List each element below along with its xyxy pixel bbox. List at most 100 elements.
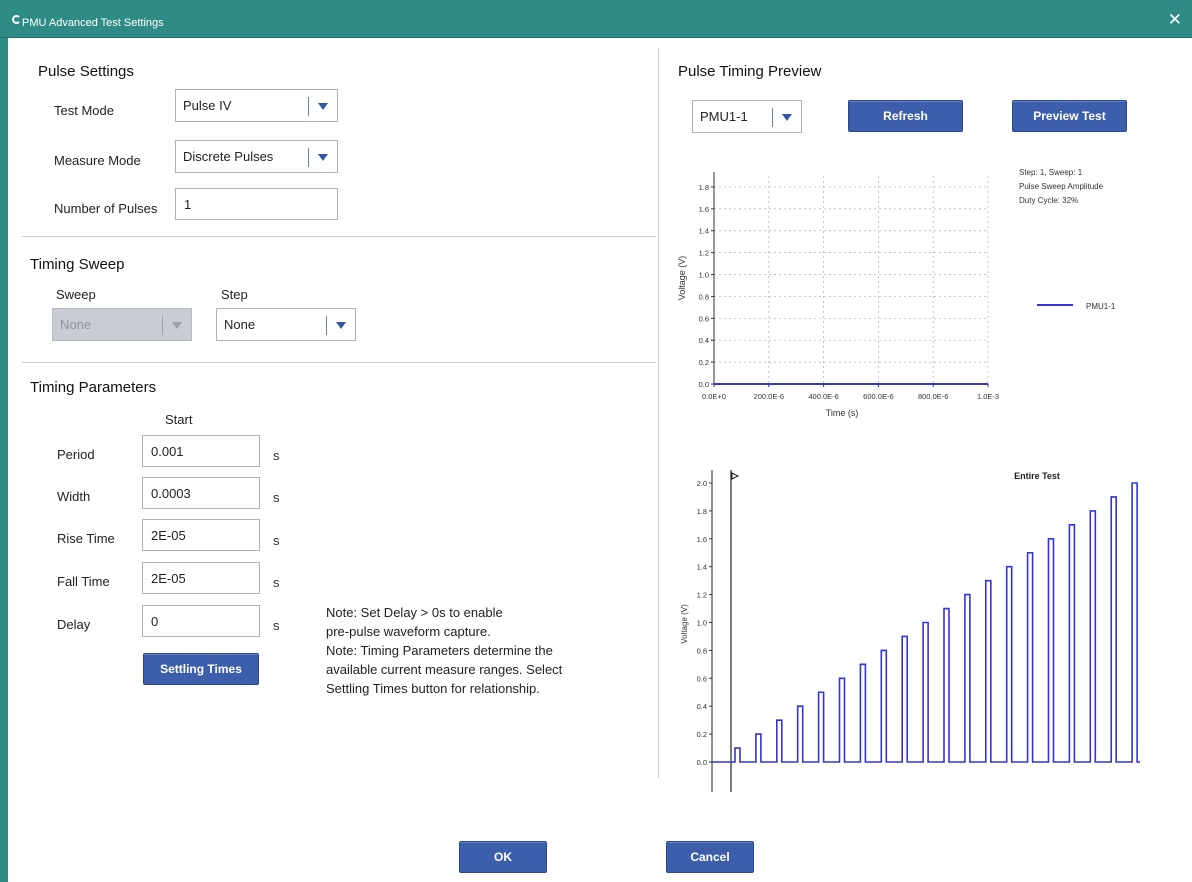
preview-title: Pulse Timing Preview	[678, 63, 822, 80]
num-pulses-input[interactable]	[176, 189, 337, 219]
chevron-down-icon[interactable]	[782, 114, 792, 121]
y-tick-label: 1.8	[697, 507, 707, 516]
y-tick-label: 0.0	[697, 758, 707, 767]
note-line: available current measure ranges. Select	[326, 662, 563, 677]
delay-unit: s	[273, 618, 280, 633]
chevron-down-icon[interactable]	[318, 154, 328, 161]
window-frame-left	[0, 38, 8, 882]
test-mode-dropdown[interactable]: Pulse IV	[175, 89, 338, 122]
period-field[interactable]	[142, 435, 260, 467]
note-line: Note: Set Delay > 0s to enable	[326, 605, 503, 620]
entire-test-chart: 0.0 0.2 0.4 0.6 0.8 1.0 1.2 1.4 1.6 1.8 2.0 Entire…	[680, 470, 1140, 792]
y-tick-label: 1.4	[699, 227, 709, 236]
width-input[interactable]	[143, 478, 259, 508]
timing-sweep-title: Timing Sweep	[30, 256, 125, 273]
y-tick-label: 0.6	[699, 314, 709, 323]
measure-mode-value: Discrete Pulses	[183, 149, 274, 164]
delay-field[interactable]	[142, 605, 260, 637]
rise-time-unit: s	[273, 533, 280, 548]
y-tick-label: 0.8	[697, 646, 707, 655]
fall-time-input[interactable]	[143, 563, 259, 593]
y-tick-label: 1.2	[697, 591, 707, 600]
sweep-value: None	[60, 317, 92, 332]
num-pulses-field[interactable]	[175, 188, 338, 220]
x-axis-label: Time (s)	[826, 408, 859, 418]
note-line: Note: Timing Parameters determine the	[326, 643, 553, 658]
dropdown-divider	[326, 316, 327, 335]
fall-time-field[interactable]	[142, 562, 260, 594]
channel-value: PMU1-1	[700, 109, 748, 124]
sweep-dropdown: None	[52, 308, 192, 341]
title-bar: PMU Advanced Test Settings ✕	[0, 0, 1192, 38]
test-mode-label: Test Mode	[54, 103, 114, 118]
num-pulses-label: Number of Pulses	[54, 201, 158, 216]
channel-dropdown[interactable]: PMU1-1	[692, 100, 802, 133]
chevron-down-icon[interactable]	[336, 322, 346, 329]
x-tick-label: 1.0E-3	[977, 392, 999, 401]
section-divider	[22, 236, 656, 237]
delay-input[interactable]	[143, 606, 259, 636]
chevron-down-icon	[172, 322, 182, 329]
chart-info-line: Duty Cycle: 32%	[1019, 196, 1078, 205]
dropdown-divider	[308, 97, 309, 116]
fall-time-unit: s	[273, 575, 280, 590]
y-tick-label: 0.6	[697, 674, 707, 683]
close-icon[interactable]: ✕	[1168, 11, 1182, 28]
y-tick-label: 0.8	[699, 292, 709, 301]
x-tick-label: 600.0E-6	[863, 392, 893, 401]
sweep-label: Sweep	[56, 287, 96, 302]
ok-button[interactable]: OK	[459, 841, 547, 873]
y-tick-label: 0.0	[699, 380, 709, 389]
y-tick-label: 1.8	[699, 183, 709, 192]
pulse-preview-chart: 0.0 0.2 0.4 0.6 0.8 1.0 1.2 1.4 1.6 1.8 0.0E+0 200.…	[677, 168, 1116, 418]
period-input[interactable]	[143, 436, 259, 466]
window-title: PMU Advanced Test Settings	[22, 17, 164, 29]
step-dropdown[interactable]: None	[216, 308, 356, 341]
settling-times-button[interactable]: Settling Times	[143, 653, 259, 685]
panel-divider	[658, 48, 659, 778]
cancel-button[interactable]: Cancel	[666, 841, 754, 873]
timing-parameters-title: Timing Parameters	[30, 379, 157, 396]
fall-time-label: Fall Time	[57, 574, 110, 589]
chart-title: Entire Test	[1014, 471, 1060, 481]
dropdown-divider	[308, 148, 309, 167]
step-value: None	[224, 317, 256, 332]
y-tick-label: 0.4	[697, 702, 707, 711]
refresh-button[interactable]: Refresh	[848, 100, 963, 132]
y-tick-label: 1.6	[697, 535, 707, 544]
rise-time-input[interactable]	[143, 520, 259, 550]
x-tick-label: 0.0E+0	[702, 392, 726, 401]
y-tick-label: 0.4	[699, 336, 709, 345]
rise-time-field[interactable]	[142, 519, 260, 551]
rise-time-label: Rise Time	[57, 531, 115, 546]
chart-info-line: Pulse Sweep Amplitude	[1019, 182, 1104, 191]
y-tick-label: 0.2	[699, 358, 709, 367]
y-tick-label: 1.0	[699, 271, 709, 280]
y-tick-label: 1.2	[699, 249, 709, 258]
pulse-settings-title: Pulse Settings	[38, 63, 134, 80]
chart-info-line: Step: 1, Sweep: 1	[1019, 168, 1083, 177]
dropdown-divider	[162, 316, 163, 335]
x-tick-label: 200.0E-6	[754, 392, 784, 401]
y-tick-label: 1.0	[697, 619, 707, 628]
period-unit: s	[273, 448, 280, 463]
y-tick-label: 0.2	[697, 730, 707, 739]
preview-test-button[interactable]: Preview Test	[1012, 100, 1127, 132]
x-tick-label: 800.0E-6	[918, 392, 948, 401]
legend-label: PMU1-1	[1086, 302, 1116, 311]
chevron-down-icon[interactable]	[318, 103, 328, 110]
note-line: pre-pulse waveform capture.	[326, 624, 491, 639]
measure-mode-label: Measure Mode	[54, 153, 141, 168]
delay-label: Delay	[57, 617, 91, 632]
width-field[interactable]	[142, 477, 260, 509]
y-tick-label: 1.6	[699, 205, 709, 214]
y-tick-label: 1.4	[697, 563, 707, 572]
note-line: Settling Times button for relationship.	[326, 681, 540, 696]
section-divider	[22, 362, 656, 363]
y-axis-label: Voltage (V)	[680, 604, 689, 644]
cursor-marker-icon[interactable]	[731, 472, 740, 480]
app-logo-icon	[12, 15, 21, 24]
period-label: Period	[57, 447, 95, 462]
measure-mode-dropdown[interactable]: Discrete Pulses	[175, 140, 338, 173]
width-unit: s	[273, 490, 280, 505]
